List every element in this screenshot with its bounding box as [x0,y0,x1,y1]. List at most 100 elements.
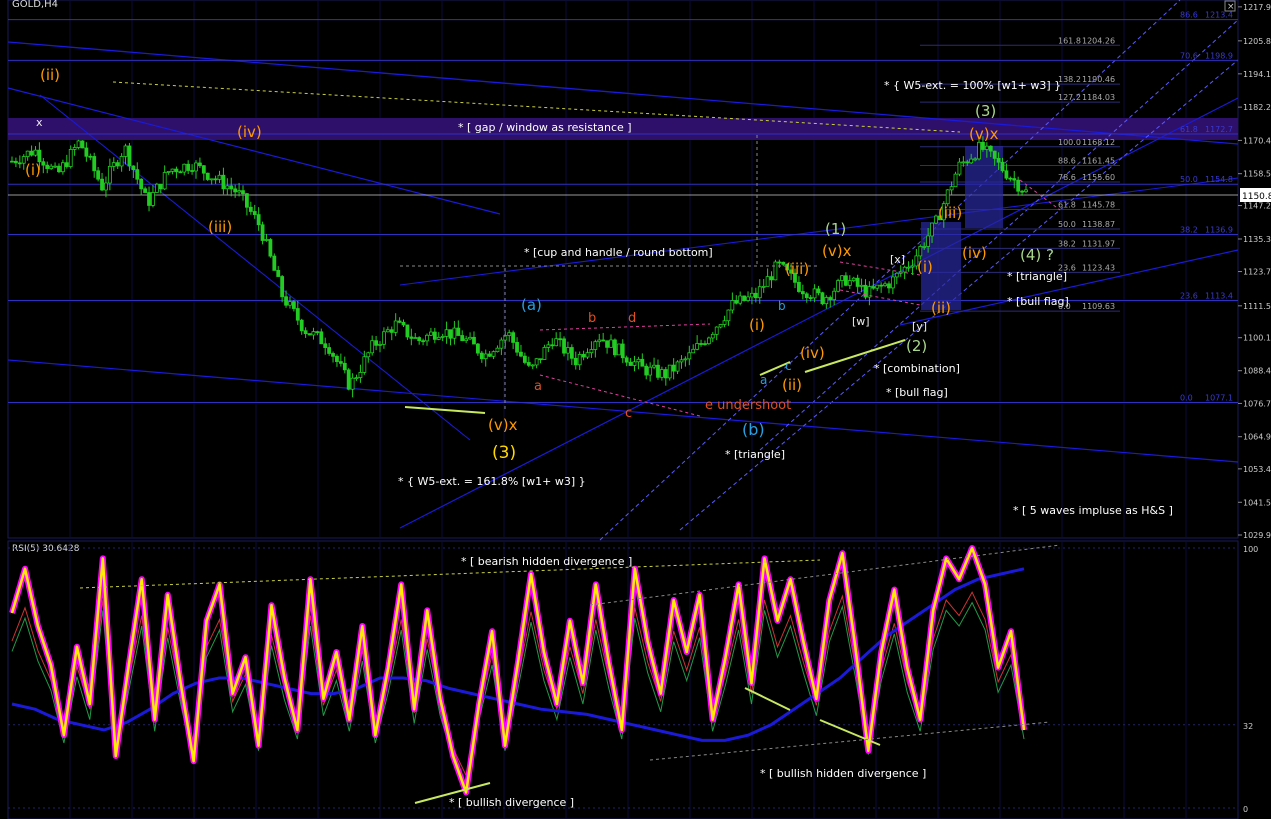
fib-right-label: 161.8 1204.26 [1058,36,1115,45]
candle-body [475,343,480,354]
candle-body [1004,170,1009,179]
candle-body [100,178,104,191]
candle-body [178,171,183,174]
wave-label: (iii) [785,260,809,278]
candle-body [620,343,625,359]
candle-body [601,339,606,342]
candle-body [135,169,140,180]
candle [742,295,747,302]
fib-right-value: 1155.60 [1082,173,1115,182]
wave-label: (v)x [488,416,518,434]
candle-body [397,320,402,323]
wave-label: (v)x [822,242,852,260]
candle [268,238,273,258]
candle-body [201,165,206,174]
candle-body [205,172,210,180]
candle-body [1024,189,1028,193]
candle-body [526,362,531,366]
annotation-text: * [bull flag] [886,386,948,399]
candle-body [256,214,261,226]
candle-body [237,190,241,193]
candle-body [358,372,363,379]
candle-body [922,246,927,248]
price-tick-label: 1123.70 [1243,268,1271,277]
close-icon[interactable]: × [1224,0,1236,12]
candle-body [29,150,34,156]
candle-body [342,362,347,371]
candle-body [460,335,465,342]
candle-body [984,145,989,150]
candle-body [957,161,962,175]
candle-body [871,286,876,289]
candle-body [703,343,707,345]
price-tick-label: 1170.40 [1243,136,1271,145]
candle-body [307,333,312,336]
candle-body [374,340,379,346]
candle-body [468,336,472,340]
candle-body [119,156,124,167]
candle-body [350,377,355,390]
candle-body [800,291,805,295]
candle-body [444,329,449,337]
candle-body [546,344,551,348]
candle-body [88,155,93,158]
candle-body [824,297,829,305]
candle-body [671,364,676,372]
fib-right-label: 50.0 1138.87 [1058,220,1115,229]
candle-body [182,163,187,173]
fib-main-ratio: 61.8 [1180,125,1198,134]
candle-body [354,377,359,380]
fib-main-value: 1136.9 [1205,225,1233,234]
fib-right-label: 23.6 1123.43 [1058,263,1115,272]
candle-body [190,170,194,172]
candle-body [417,337,422,342]
candle-body [499,339,504,349]
candle-body [988,145,993,152]
candle-body [64,162,69,167]
candle [667,364,672,381]
candle-body [726,309,731,322]
candle-body [1016,179,1021,192]
fib-right-ratio: 78.6 [1058,173,1076,182]
candle-body [252,211,257,215]
candle-body [57,165,61,173]
candle-body [797,281,801,292]
candle-body [934,215,938,224]
rsi-tick-label: 0 [1243,805,1248,814]
candle-body [14,160,18,164]
candle-body [699,343,703,345]
price-tick-label: 1135.30 [1243,235,1271,244]
wave-label: (ii) [782,376,802,394]
candle-body [479,352,484,360]
candle-body [734,300,739,304]
price-tick-label: 1217.95 [1243,3,1271,12]
candle-body [836,280,840,292]
candle-body [558,338,563,341]
candle-body [953,173,958,188]
candle-body [996,158,1001,163]
candle-body [495,347,500,353]
candle-body [550,344,555,347]
candle-body [311,331,316,336]
candle-body [362,356,367,373]
candle-body [632,361,637,366]
candle [346,368,351,391]
candle-body [538,358,543,361]
candle-body [80,140,85,149]
candle-body [636,358,641,363]
fib-right-value: 1168.12 [1082,138,1115,147]
candle-body [96,170,101,180]
candle-body [981,141,985,150]
candle-body [648,366,653,376]
symbol-label: GOLD,H4 [12,0,58,10]
candle [934,214,938,225]
candle-body [127,145,132,167]
candle-body [738,295,743,304]
fib-right-value: 1145.78 [1082,201,1115,210]
candle-body [695,343,700,350]
candle-body [221,174,226,190]
fib-main-ratio: 50.0 [1180,175,1198,184]
candle-body [534,358,539,366]
candle-body [820,292,825,305]
candle-body [816,288,821,294]
